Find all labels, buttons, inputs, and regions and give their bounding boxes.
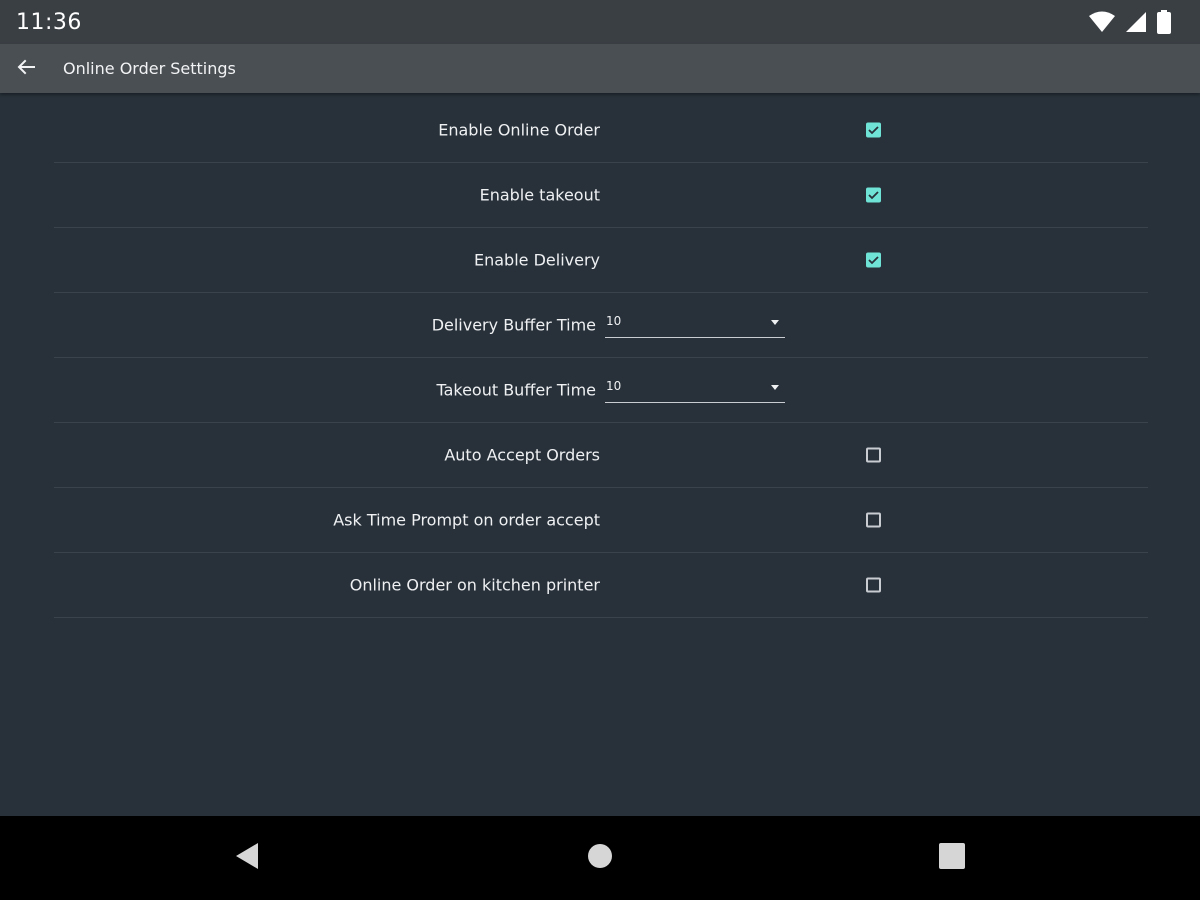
- setting-row-enable-takeout: Enable takeout: [54, 163, 1148, 228]
- page-title: Online Order Settings: [63, 59, 236, 78]
- auto-accept-orders-checkbox[interactable]: [866, 447, 881, 463]
- nav-recents-icon: [938, 842, 966, 874]
- nav-back-icon: [234, 841, 260, 875]
- setting-row-ask-time-prompt: Ask Time Prompt on order accept: [54, 488, 1148, 553]
- caret-down-icon: [771, 320, 779, 325]
- setting-label: Ask Time Prompt on order accept: [333, 510, 600, 530]
- status-time: 11:36: [16, 9, 82, 35]
- setting-label: Enable Online Order: [438, 120, 600, 140]
- ask-time-prompt-checkbox[interactable]: [866, 512, 881, 528]
- app-bar: Online Order Settings: [0, 44, 1200, 93]
- enable-takeout-checkbox[interactable]: [866, 187, 881, 203]
- nav-recents-button[interactable]: [912, 816, 992, 900]
- dropdown-value: 10: [606, 314, 622, 328]
- nav-home-button[interactable]: [560, 816, 640, 900]
- dropdown-value: 10: [606, 379, 622, 393]
- system-nav-bar: [0, 816, 1200, 900]
- back-button[interactable]: [0, 44, 52, 93]
- setting-label: Auto Accept Orders: [444, 445, 600, 465]
- delivery-buffer-time-dropdown[interactable]: 10: [605, 312, 785, 338]
- status-bar: 11:36: [0, 0, 1200, 44]
- setting-label: Delivery Buffer Time: [431, 315, 596, 335]
- enable-delivery-checkbox[interactable]: [866, 252, 881, 268]
- nav-back-button[interactable]: [207, 816, 287, 900]
- arrow-left-icon: [17, 59, 35, 79]
- setting-row-enable-delivery: Enable Delivery: [54, 228, 1148, 293]
- setting-label: Online Order on kitchen printer: [349, 575, 600, 595]
- setting-row-delivery-buffer-time: Delivery Buffer Time 10: [54, 293, 1148, 358]
- setting-row-kitchen-printer: Online Order on kitchen printer: [54, 553, 1148, 618]
- settings-list: Enable Online Order Enable takeout Enabl…: [54, 98, 1148, 618]
- setting-label: Enable takeout: [479, 185, 600, 205]
- kitchen-printer-checkbox[interactable]: [866, 577, 881, 593]
- nav-home-icon: [587, 843, 613, 873]
- setting-label: Takeout Buffer Time: [436, 380, 596, 400]
- enable-online-order-checkbox[interactable]: [866, 122, 881, 138]
- takeout-buffer-time-dropdown[interactable]: 10: [605, 377, 785, 403]
- cell-signal-icon: [1124, 11, 1148, 33]
- setting-row-enable-online-order: Enable Online Order: [54, 98, 1148, 163]
- battery-icon: [1156, 10, 1172, 34]
- status-icons: [1088, 10, 1172, 34]
- setting-row-auto-accept-orders: Auto Accept Orders: [54, 423, 1148, 488]
- setting-row-takeout-buffer-time: Takeout Buffer Time 10: [54, 358, 1148, 423]
- caret-down-icon: [771, 385, 779, 390]
- setting-label: Enable Delivery: [474, 250, 600, 270]
- wifi-icon: [1088, 11, 1116, 33]
